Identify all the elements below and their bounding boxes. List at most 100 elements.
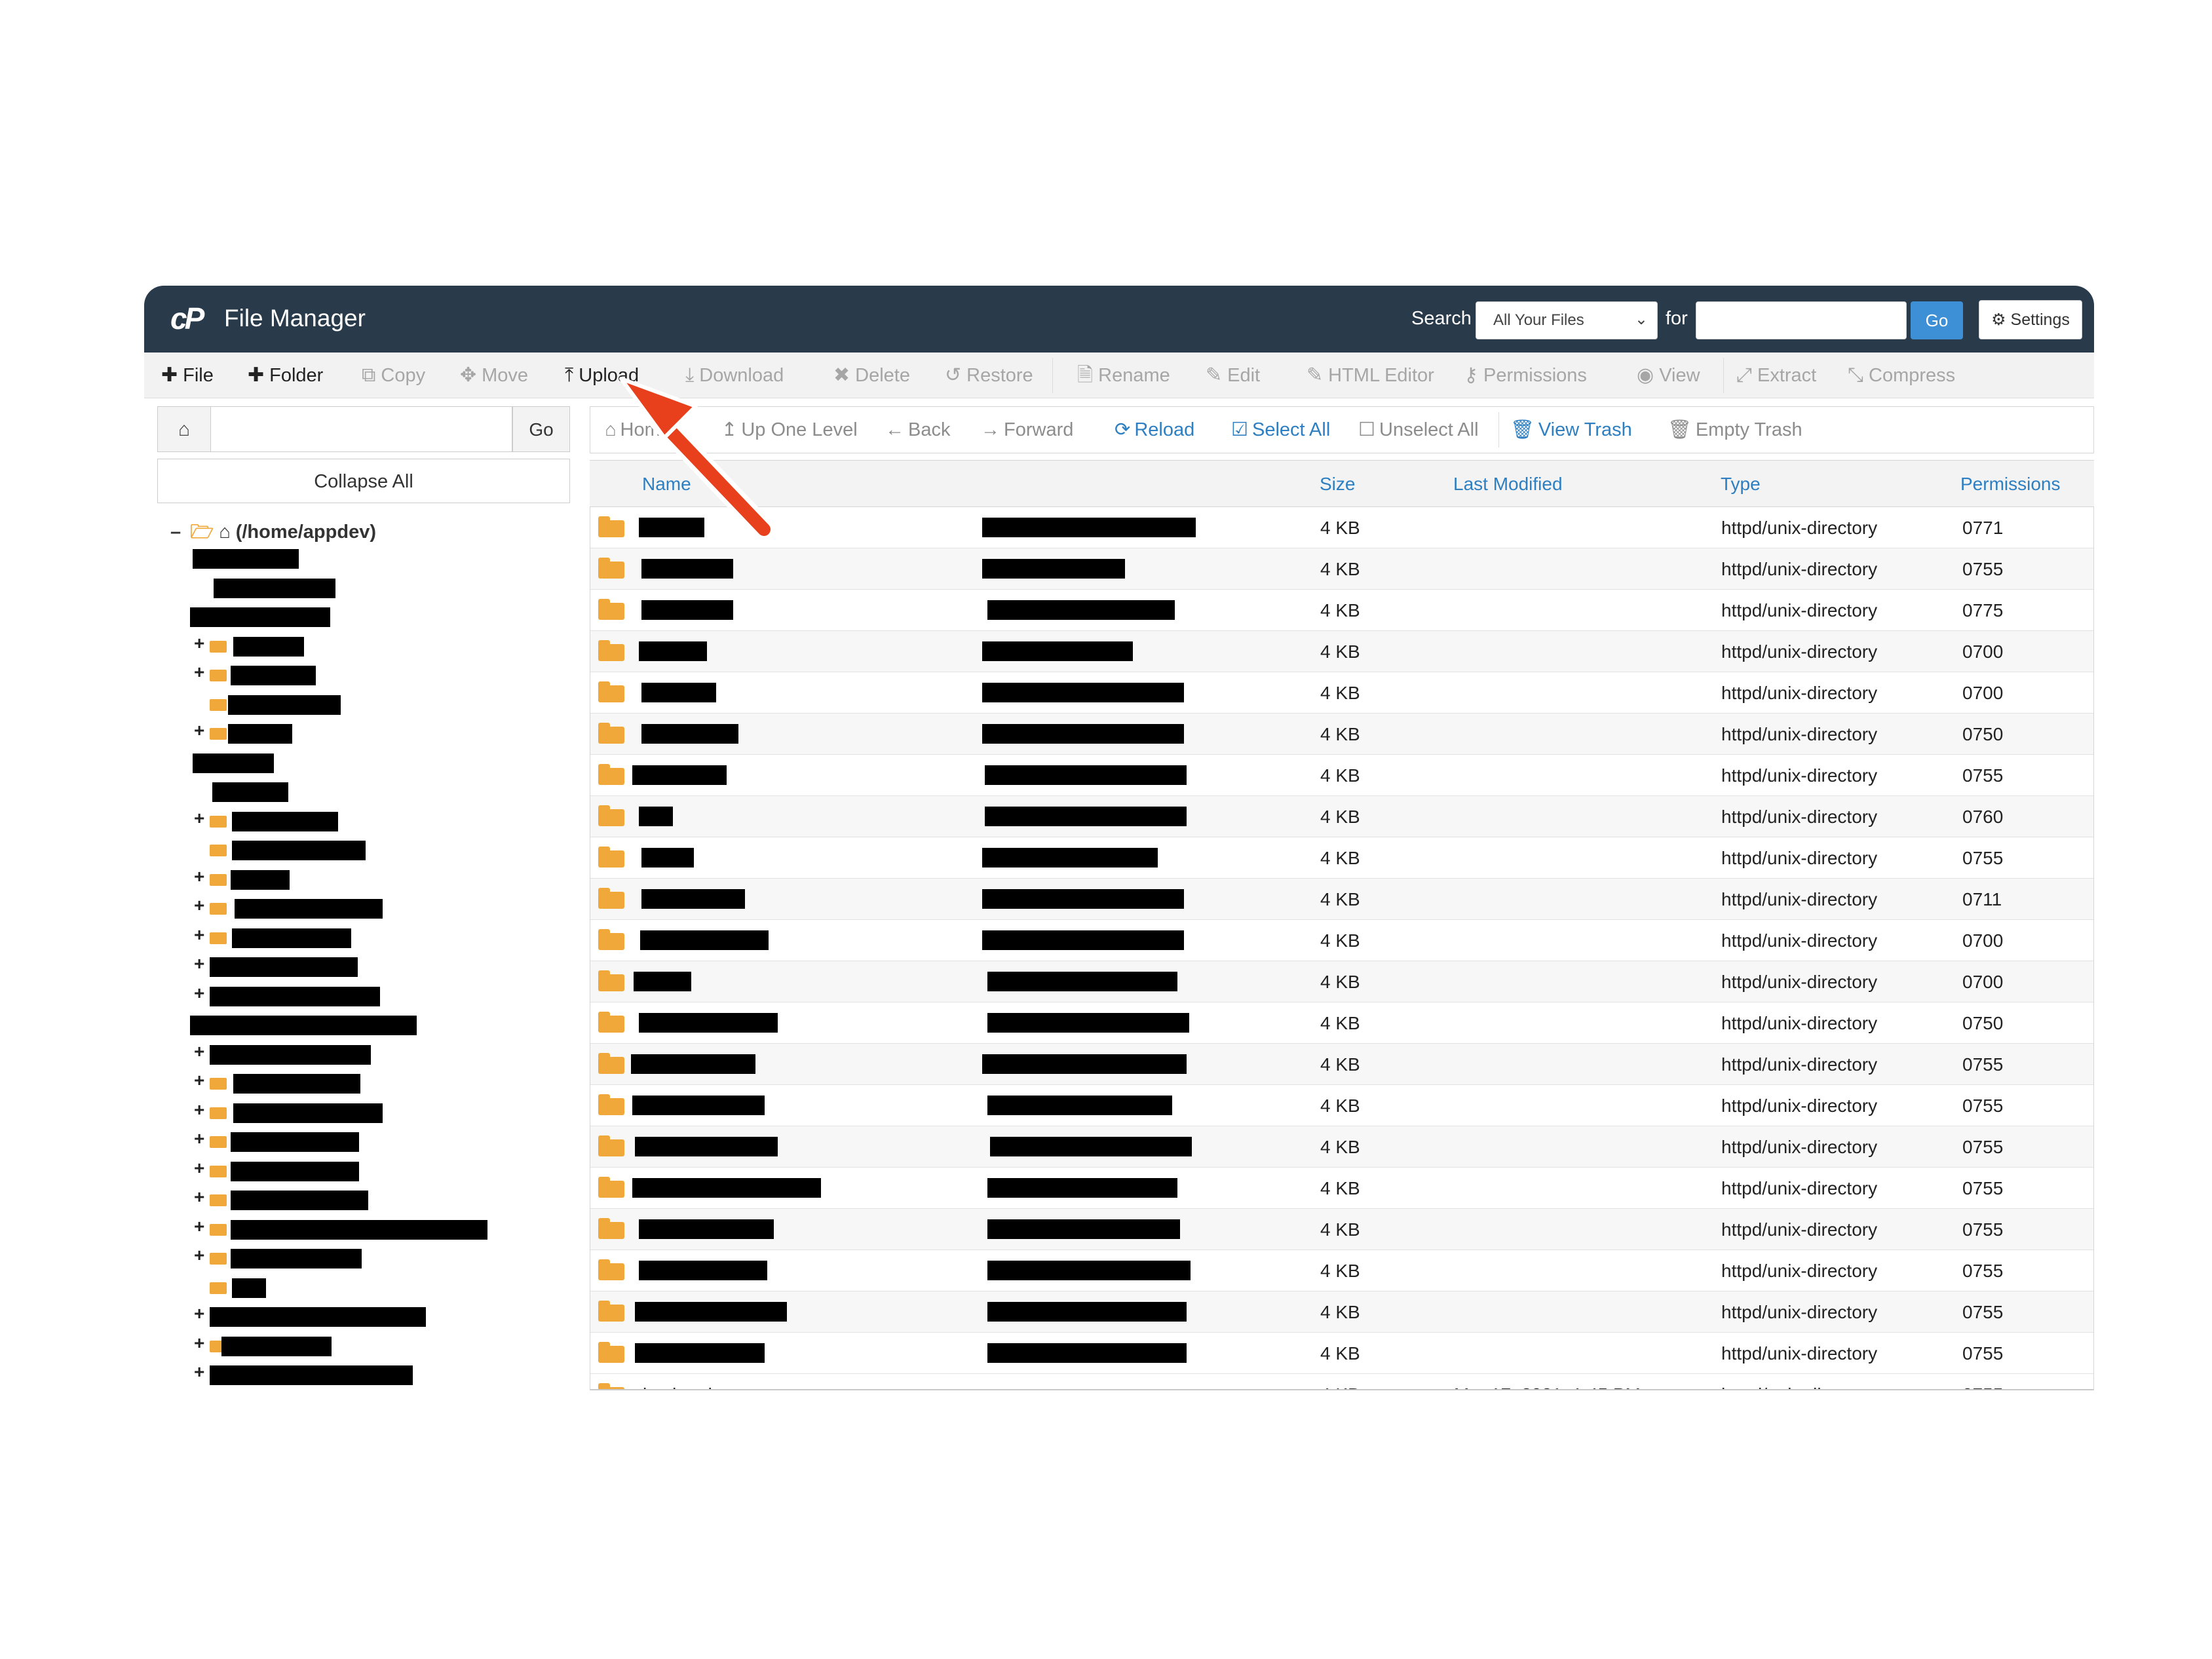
expand-toggle-icon[interactable]: + — [194, 662, 204, 683]
rename-button[interactable]: 🗎 Rename — [1077, 353, 1170, 398]
expand-toggle-icon[interactable]: + — [194, 633, 204, 654]
column-header-last-modified[interactable]: Last Modified — [1453, 461, 1563, 508]
tree-item[interactable]: + — [144, 633, 570, 657]
tree-item[interactable]: + — [144, 953, 570, 977]
expand-toggle-icon[interactable]: + — [194, 1245, 204, 1266]
column-header-size[interactable]: Size — [1320, 461, 1355, 508]
permissions-button[interactable]: ⚷ Permissions — [1464, 353, 1587, 398]
new-file-button[interactable]: ✚ File — [161, 353, 214, 398]
table-row[interactable]: 4 KB httpd/unix-directory 0755 — [590, 1168, 2093, 1209]
unselect-all-button[interactable]: ☐ Unselect All — [1358, 407, 1479, 453]
tree-item[interactable]: + — [144, 1041, 570, 1065]
tree-item[interactable]: + — [144, 662, 570, 685]
table-row[interactable]: 4 KB httpd/unix-directory 0755 — [590, 1044, 2093, 1085]
tree-item[interactable]: + — [144, 1245, 570, 1268]
move-button[interactable]: ✥ Move — [460, 353, 528, 398]
tree-item[interactable]: + — [144, 895, 570, 919]
tree-item[interactable]: + — [144, 866, 570, 890]
table-row[interactable]: 4 KB httpd/unix-directory 0775 — [590, 590, 2093, 631]
tree-item[interactable] — [144, 579, 570, 598]
tree-item[interactable]: + — [144, 1128, 570, 1152]
tree-item[interactable]: + — [144, 1158, 570, 1181]
table-row[interactable]: 4 KB httpd/unix-directory 0755 — [590, 1333, 2093, 1374]
tree-item[interactable] — [144, 695, 570, 715]
tree-item[interactable]: + — [144, 720, 570, 744]
expand-toggle-icon[interactable]: + — [194, 1128, 204, 1149]
expand-toggle-icon[interactable]: + — [194, 925, 204, 945]
tree-item[interactable] — [144, 607, 570, 627]
table-row[interactable]: 4 KB httpd/unix-directory 0755 — [590, 755, 2093, 796]
back-button[interactable]: ← Back — [885, 407, 950, 453]
table-row[interactable]: 4 KB httpd/unix-directory 0700 — [590, 672, 2093, 714]
tree-item[interactable]: + — [144, 1187, 570, 1210]
select-all-button[interactable]: ☑ Select All — [1231, 407, 1330, 453]
tree-item[interactable]: + — [144, 808, 570, 831]
expand-toggle-icon[interactable]: + — [194, 1070, 204, 1091]
settings-button[interactable]: ⚙ Settings — [1979, 300, 2082, 339]
column-header-name[interactable]: Name — [642, 461, 691, 508]
tree-item[interactable]: + — [144, 1216, 570, 1240]
table-row[interactable]: 4 KB httpd/unix-directory 0755 — [590, 548, 2093, 590]
tree-item[interactable]: + — [144, 1099, 570, 1123]
path-go-button[interactable]: Go — [512, 406, 570, 452]
search-scope-select[interactable]: All Your Files ⌄ — [1476, 301, 1658, 339]
column-header-type[interactable]: Type — [1721, 461, 1761, 508]
up-one-level-button[interactable]: ↥ Up One Level — [721, 407, 858, 453]
expand-toggle-icon[interactable]: + — [194, 1303, 204, 1324]
expand-toggle-icon[interactable]: + — [194, 866, 204, 887]
table-row[interactable]: 4 KB httpd/unix-directory 0700 — [590, 961, 2093, 1002]
tree-item[interactable]: + — [144, 1303, 570, 1327]
table-row[interactable]: 4 KB httpd/unix-directory 0750 — [590, 1002, 2093, 1044]
home-button[interactable]: ⌂ Home — [605, 407, 671, 453]
tree-item[interactable] — [144, 1016, 570, 1035]
edit-button[interactable]: ✎ Edit — [1206, 353, 1260, 398]
extract-button[interactable]: ⤢ Extract — [1736, 353, 1816, 398]
tree-item[interactable]: + — [144, 1362, 570, 1385]
expand-toggle-icon[interactable]: + — [194, 808, 204, 829]
table-row[interactable]: 4 KB httpd/unix-directory 0760 — [590, 796, 2093, 837]
column-header-permissions[interactable]: Permissions — [1960, 461, 2060, 508]
compress-button[interactable]: ⤡ Compress — [1848, 353, 1955, 398]
view-trash-button[interactable]: 🗑 View Trash — [1510, 407, 1632, 453]
expand-toggle-icon[interactable]: + — [194, 983, 204, 1004]
expand-toggle-icon[interactable]: + — [194, 720, 204, 741]
expand-toggle-icon[interactable]: + — [194, 1362, 204, 1382]
tree-item[interactable] — [144, 549, 570, 569]
expand-toggle-icon[interactable]: + — [194, 1333, 204, 1354]
path-input[interactable] — [211, 406, 512, 452]
tree-item[interactable] — [144, 782, 570, 802]
tree-root[interactable]: – 🗁 ⌂ (/home/appdev) — [170, 519, 376, 545]
table-row[interactable]: 4 KB httpd/unix-directory 0750 — [590, 714, 2093, 755]
tree-item[interactable]: + — [144, 925, 570, 948]
table-row[interactable]: 4 KB httpd/unix-directory 0700 — [590, 920, 2093, 961]
search-input[interactable] — [1696, 301, 1907, 339]
tree-item[interactable]: + — [144, 983, 570, 1006]
table-row[interactable]: 4 KB httpd/unix-directory 0771 — [590, 507, 2093, 548]
table-row[interactable]: 4 KB httpd/unix-directory 0711 — [590, 879, 2093, 920]
expand-toggle-icon[interactable]: + — [194, 895, 204, 916]
expand-toggle-icon[interactable]: + — [194, 953, 204, 974]
collapse-all-button[interactable]: Collapse All — [157, 459, 570, 503]
expand-toggle-icon[interactable]: + — [194, 1041, 204, 1062]
expand-toggle-icon[interactable]: + — [194, 1187, 204, 1208]
delete-button[interactable]: ✖ Delete — [833, 353, 910, 398]
table-row[interactable]: 4 KB httpd/unix-directory 0755 — [590, 1209, 2093, 1250]
table-row[interactable]: 4 KB httpd/unix-directory 0755 — [590, 837, 2093, 879]
table-row[interactable]: 4 KB httpd/unix-directory 0755 — [590, 1085, 2093, 1126]
cpanel-logo[interactable]: cP — [170, 301, 208, 335]
new-folder-button[interactable]: ✚ Folder — [248, 353, 323, 398]
table-row[interactable]: 4 KB httpd/unix-directory 0755 — [590, 1250, 2093, 1291]
collapse-toggle-icon[interactable]: – — [170, 519, 185, 545]
reload-button[interactable]: ⟳ Reload — [1115, 407, 1194, 453]
download-button[interactable]: ⤓ Download — [685, 353, 784, 398]
table-row-partial[interactable]: backend-store 4 KB Mar 17, 2021, 1:45 PM ht… — [590, 1374, 2093, 1389]
home-icon[interactable]: ⌂ — [157, 406, 211, 452]
forward-button[interactable]: → Forward — [981, 407, 1073, 453]
tree-item[interactable] — [144, 753, 570, 773]
view-button[interactable]: ◉ View — [1637, 353, 1700, 398]
empty-trash-button[interactable]: 🗑 Empty Trash — [1668, 407, 1802, 453]
table-row[interactable]: 4 KB httpd/unix-directory 0755 — [590, 1291, 2093, 1333]
copy-button[interactable]: ⧉ Copy — [362, 353, 425, 398]
expand-toggle-icon[interactable]: + — [194, 1099, 204, 1120]
expand-toggle-icon[interactable]: + — [194, 1158, 204, 1179]
